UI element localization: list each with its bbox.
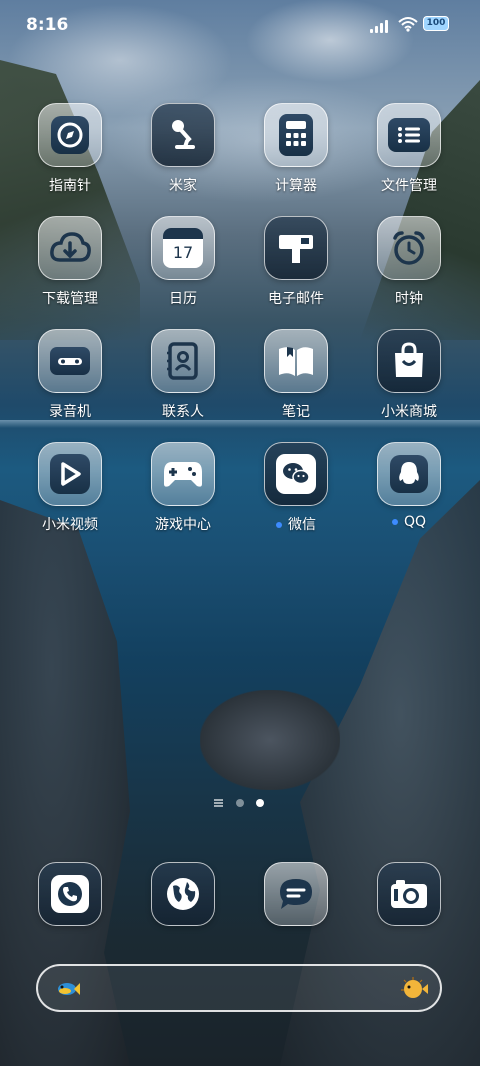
page-dot-2-active (256, 799, 264, 807)
status-time: 8:16 (26, 15, 69, 35)
compass-icon (38, 103, 102, 167)
messages-icon[interactable] (264, 862, 328, 926)
app-label-qq: QQ (354, 514, 464, 530)
app-label-download-manager: 下载管理 (42, 291, 98, 307)
page-list-icon (214, 799, 223, 807)
new-install-dot (276, 522, 282, 528)
app-mi-video[interactable]: 小米视频 (15, 442, 125, 534)
pufferfish-icon (400, 976, 428, 1000)
app-label-calculator: 计算器 (275, 178, 317, 194)
calendar-icon: 17 (151, 216, 215, 280)
browser-globe-icon[interactable] (151, 862, 215, 926)
page-indicator[interactable] (214, 798, 274, 808)
app-label-clock: 时钟 (395, 291, 423, 307)
app-label-mi-store: 小米商城 (381, 404, 437, 420)
app-label-contacts: 联系人 (162, 404, 204, 420)
calculator-icon (264, 103, 328, 167)
app-mi-store[interactable]: 小米商城 (354, 329, 464, 421)
app-label-calendar: 日历 (169, 291, 197, 307)
app-label-game-center: 游戏中心 (155, 517, 211, 533)
app-game-center[interactable]: 游戏中心 (128, 442, 238, 534)
app-file-manager[interactable]: 文件管理 (354, 103, 464, 195)
download-cloud-icon (38, 216, 102, 280)
camera-icon[interactable] (377, 862, 441, 926)
app-download-manager[interactable]: 下载管理 (15, 216, 125, 308)
qq-penguin-icon (377, 442, 441, 506)
app-qq[interactable]: QQ (354, 442, 464, 530)
calendar-date: 17 (172, 243, 194, 262)
contacts-icon (151, 329, 215, 393)
app-label-notes: 笔记 (282, 404, 310, 420)
cassette-icon (38, 329, 102, 393)
app-label-mi-video: 小米视频 (42, 517, 98, 533)
battery-icon: 100 (423, 16, 449, 31)
battery-level: 100 (426, 18, 446, 28)
app-wechat[interactable]: 微信 (241, 442, 351, 534)
shopping-bag-icon (377, 329, 441, 393)
search-bar[interactable] (36, 964, 442, 1012)
app-notes[interactable]: 笔记 (241, 329, 351, 421)
phone-icon[interactable] (38, 862, 102, 926)
alarm-clock-icon (377, 216, 441, 280)
app-label-email: 电子邮件 (268, 291, 324, 307)
app-compass[interactable]: 指南针 (15, 103, 125, 195)
app-calculator[interactable]: 计算器 (241, 103, 351, 195)
fish-icon (54, 976, 80, 1000)
new-install-dot (391, 519, 398, 525)
app-mijia[interactable]: 米家 (128, 103, 238, 195)
app-clock[interactable]: 时钟 (354, 216, 464, 308)
app-calendar[interactable]: 17 日历 (128, 216, 238, 308)
wifi-icon (398, 16, 418, 32)
video-play-icon (38, 442, 102, 506)
app-email[interactable]: 电子邮件 (241, 216, 351, 308)
page-dot-1 (236, 799, 244, 807)
signal-icon (370, 19, 392, 33)
wechat-icon (264, 442, 328, 506)
app-label-wechat: 微信 (241, 514, 351, 534)
wallpaper-waterline (0, 420, 480, 428)
folder-icon (377, 103, 441, 167)
status-bar: 8:16 100 (0, 0, 480, 50)
notebook-icon (264, 329, 328, 393)
app-label-compass: 指南针 (49, 178, 91, 194)
app-label-file-manager: 文件管理 (381, 178, 437, 194)
mijia-lamp-icon (151, 103, 215, 167)
app-label-recorder: 录音机 (49, 404, 91, 420)
gamepad-icon (151, 442, 215, 506)
mailbox-icon (264, 216, 328, 280)
app-recorder[interactable]: 录音机 (15, 329, 125, 421)
wallpaper-rocks-mid (200, 690, 340, 790)
app-label-mijia: 米家 (169, 178, 197, 194)
app-contacts[interactable]: 联系人 (128, 329, 238, 421)
